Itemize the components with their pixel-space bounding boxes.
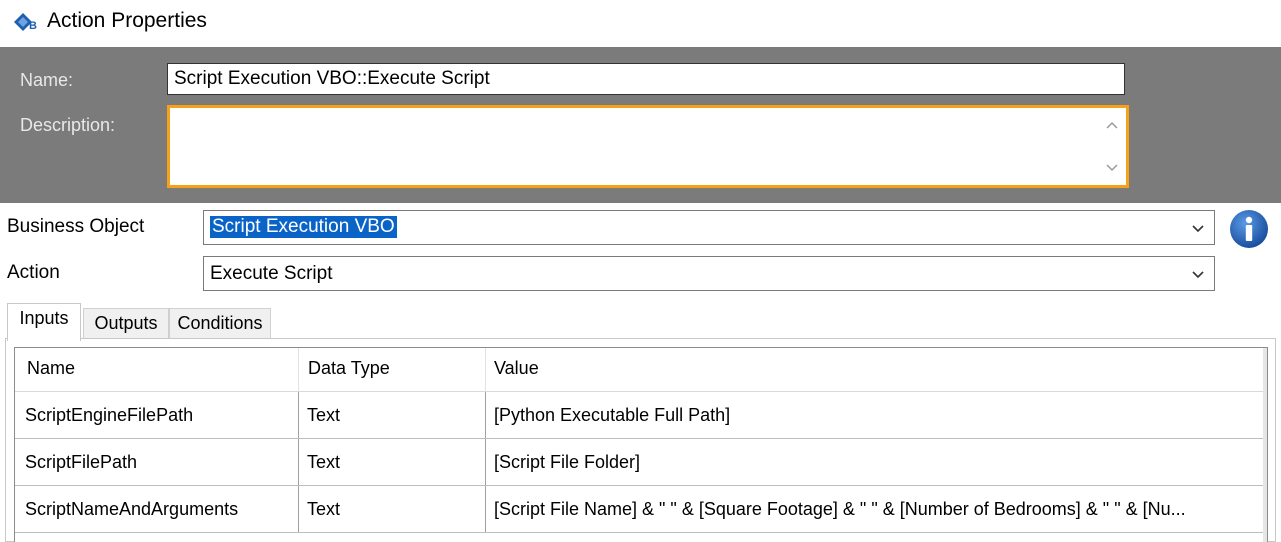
column-header-value[interactable]: Value: [494, 358, 539, 379]
description-scrollbar[interactable]: [1098, 108, 1126, 185]
name-input[interactable]: [167, 63, 1125, 95]
tab-conditions[interactable]: Conditions: [169, 308, 271, 339]
info-icon[interactable]: [1229, 209, 1269, 249]
cell-data-type[interactable]: Text: [301, 439, 485, 485]
cell-data-type[interactable]: Text: [301, 486, 485, 532]
action-properties-window: B Action Properties Name: Description: B…: [0, 0, 1281, 542]
business-object-label: Business Object: [7, 216, 145, 237]
scroll-down-arrow-icon[interactable]: [1104, 161, 1120, 175]
inputs-tab-panel: Name Data Type Value ScriptEngineFilePat…: [5, 338, 1276, 542]
action-value: Execute Script: [210, 263, 333, 284]
description-field[interactable]: [167, 105, 1129, 188]
chevron-down-icon[interactable]: [1190, 220, 1206, 236]
column-header-name[interactable]: Name: [27, 358, 75, 379]
action-label: Action: [7, 262, 60, 283]
svg-text:B: B: [29, 20, 37, 32]
cell-name[interactable]: ScriptEngineFilePath: [19, 392, 298, 438]
table-row[interactable]: ScriptFilePath Text [Script File Folder]: [15, 439, 1267, 486]
description-label: Description:: [20, 115, 116, 135]
cell-value[interactable]: [Python Executable Full Path]: [488, 392, 1258, 438]
grid-header: Name Data Type Value: [15, 348, 1267, 392]
chevron-down-icon[interactable]: [1190, 266, 1206, 282]
tab-inputs[interactable]: Inputs: [7, 303, 81, 341]
business-object-value: Script Execution VBO: [210, 216, 397, 238]
scroll-up-arrow-icon[interactable]: [1104, 118, 1120, 132]
name-label: Name:: [20, 70, 74, 90]
tab-strip: Inputs Outputs Conditions: [5, 301, 1275, 342]
cell-value[interactable]: [Script File Name] & " " & [Square Foota…: [488, 486, 1258, 532]
business-object-dropdown[interactable]: Script Execution VBO: [203, 210, 1215, 245]
inputs-grid: Name Data Type Value ScriptEngineFilePat…: [14, 347, 1268, 542]
cell-name[interactable]: ScriptNameAndArguments: [19, 486, 298, 532]
description-textarea[interactable]: [170, 108, 1096, 185]
column-header-data-type[interactable]: Data Type: [308, 358, 390, 379]
cell-data-type[interactable]: Text: [301, 392, 485, 438]
table-row[interactable]: ScriptEngineFilePath Text [Python Execut…: [15, 392, 1267, 439]
blue-prism-app-icon: B: [14, 13, 37, 32]
grid-scrollbar[interactable]: [1263, 348, 1267, 542]
tab-outputs[interactable]: Outputs: [83, 308, 169, 339]
title-bar: B Action Properties: [0, 0, 1281, 44]
window-title: Action Properties: [47, 9, 207, 32]
action-dropdown[interactable]: Execute Script: [203, 256, 1215, 291]
table-row[interactable]: ScriptNameAndArguments Text [Script File…: [15, 486, 1267, 533]
cell-value[interactable]: [Script File Folder]: [488, 439, 1258, 485]
cell-name[interactable]: ScriptFilePath: [19, 439, 298, 485]
